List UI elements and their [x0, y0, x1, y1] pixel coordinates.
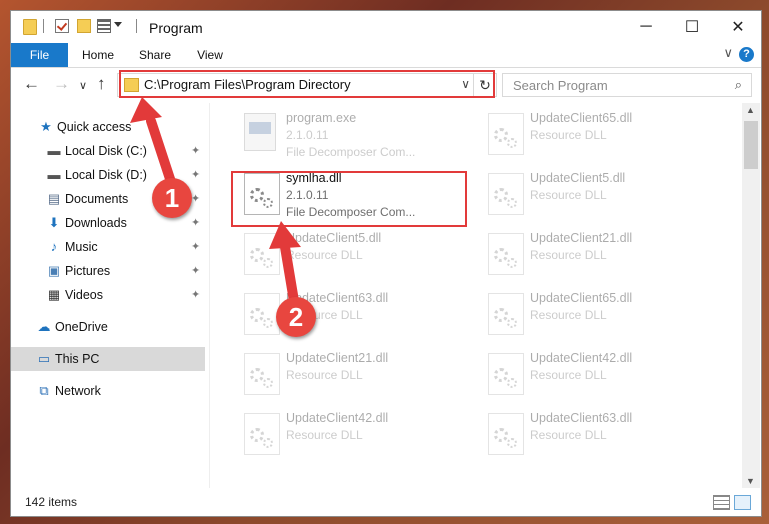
annotation-arrows	[130, 97, 301, 312]
step-2-callout: 2	[276, 297, 316, 337]
arrow-2-head	[269, 221, 301, 249]
step-1-callout: 1	[152, 178, 192, 218]
file-explorer-window: Program ─ ☐ ✕ File Home Share View ∨ ? ←…	[10, 10, 762, 517]
arrow-1-head	[130, 97, 162, 123]
